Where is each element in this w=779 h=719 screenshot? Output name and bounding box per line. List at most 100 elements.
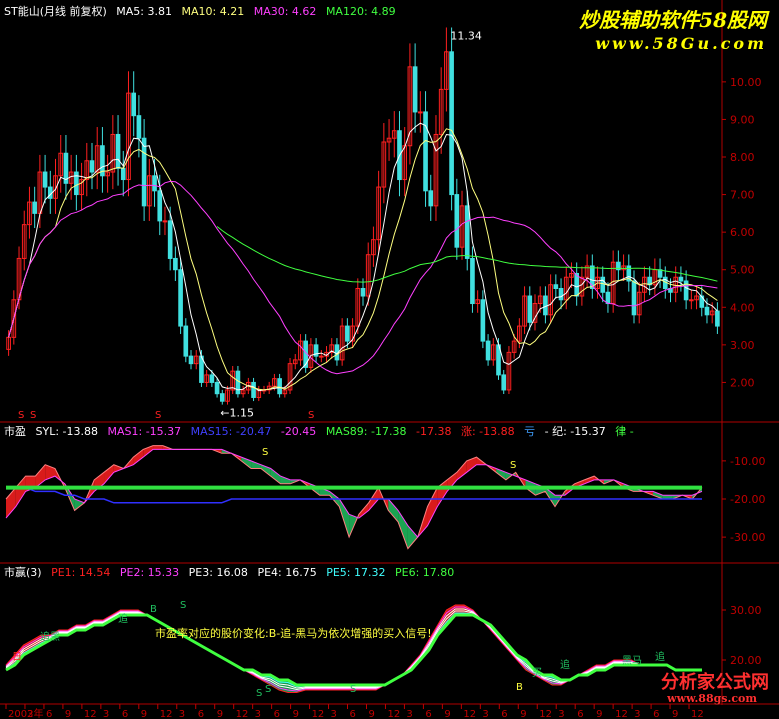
candle-body: [32, 201, 37, 214]
syl-band: [133, 449, 144, 465]
syl-title: 市盈: [4, 425, 26, 438]
candle-body: [89, 160, 95, 173]
low-marker: ←1.15: [220, 406, 254, 419]
x-tick-label: 6: [274, 709, 280, 719]
syl-band: [388, 499, 399, 522]
x-tick-label: 12: [160, 709, 173, 719]
y-tick-label: 3.00: [730, 339, 755, 352]
ma10-line: [8, 128, 718, 391]
pe-signal-label: B: [150, 604, 157, 615]
pe-signal-label: S: [350, 684, 356, 695]
y-tick-label: 20.00: [730, 654, 762, 667]
y-tick-label: 7.00: [730, 189, 755, 202]
pe6-readout: PE6: 17.80: [395, 566, 455, 579]
x-tick-label: 6: [425, 709, 431, 719]
candle-body: [715, 310, 720, 327]
pe-signal-label: 买: [532, 667, 542, 679]
x-tick-label: 3: [179, 709, 185, 719]
candle-body: [485, 340, 491, 361]
candle-body: [543, 295, 548, 316]
syl-band: [251, 460, 261, 469]
x-tick-label: 12: [387, 709, 400, 719]
candle-body: [480, 299, 486, 342]
x-tick-label: 12: [312, 709, 325, 719]
pe-signal-label: 追: [655, 650, 665, 663]
candle-body: [449, 51, 454, 196]
x-tick-label: 9: [65, 709, 71, 719]
syl-line-mas15: [6, 486, 702, 504]
syl-band: [427, 487, 438, 526]
x-tick-label: 6: [577, 709, 583, 719]
y-tick-label: 4.00: [730, 301, 755, 314]
pe-signal-label: S: [180, 600, 186, 611]
candle-body: [345, 325, 350, 342]
pe-line-6: [5, 613, 702, 687]
pe-header: 市赢(3) PE1: 14.54 PE2: 15.33 PE3: 16.08 P…: [4, 566, 460, 580]
candle-body: [600, 276, 606, 293]
ma120-readout: MA120: 4.89: [325, 5, 396, 18]
watermark-url: www.58Gu.com: [595, 34, 767, 53]
candle-body: [553, 284, 559, 290]
x-tick-label: 12: [236, 709, 249, 719]
mas15-readout: MAS15: -20.47: [190, 425, 272, 438]
y-tick-label: 2.00: [730, 376, 755, 389]
pe-signal-label: B: [516, 682, 523, 693]
candle-body: [219, 393, 225, 402]
x-tick-label: 3: [482, 709, 488, 719]
syl-band: [652, 491, 663, 499]
sell-marker: S: [308, 410, 314, 421]
syl-marker: S: [262, 447, 268, 458]
syl-band: [584, 476, 595, 484]
high-marker: 11.34: [450, 30, 482, 43]
candle-body: [115, 133, 121, 169]
mas45-readout: -20.45: [280, 425, 317, 438]
candle-body: [464, 205, 470, 259]
x-tick-label: 9: [444, 709, 450, 719]
syl-band: [113, 464, 124, 473]
candle-body: [214, 381, 220, 395]
main-header: ST能山(月线 前复权) MA5: 3.81 MA10: 4.21 MA30: …: [4, 5, 402, 19]
candle-body: [157, 190, 163, 222]
ji-readout: - 纪: -15.37: [544, 425, 606, 438]
x-tick-label: 3: [558, 709, 564, 719]
candle-body: [418, 111, 423, 114]
candle-body: [423, 111, 428, 192]
candle-body: [574, 272, 580, 297]
syl-line-syl: [5, 445, 703, 550]
syl-marker: S: [510, 460, 516, 471]
pe-line-5: [5, 612, 702, 688]
candle-body: [183, 325, 189, 357]
syl-band: [270, 468, 281, 484]
pe2-readout: PE2: 15.33: [119, 566, 180, 579]
syl-band: [407, 525, 418, 549]
candle-body: [527, 295, 533, 323]
candle-body: [136, 115, 142, 139]
x-tick-label: 9: [368, 709, 374, 719]
candle-body: [251, 381, 256, 398]
pe-line-4: [5, 610, 702, 689]
ma10-readout: MA10: 4.21: [181, 5, 245, 18]
x-tick-label: 6: [653, 709, 659, 719]
candle-body: [141, 137, 147, 207]
pe1-readout: PE1: 14.54: [51, 566, 111, 579]
x-tick-label: 6: [46, 709, 52, 719]
watermark-top: 炒股辅助软件58股网: [579, 8, 767, 32]
x-tick-label: 6: [198, 709, 204, 719]
watermark-bottom: 分析家公式网: [661, 672, 769, 693]
chart-canvas: 2.00 3.00 4.00 5.00 6.00 7.00 8.00 9.00 10.00 11.…: [0, 0, 779, 719]
candle-body: [167, 220, 173, 259]
syl-band: [398, 510, 408, 549]
syl-band: [15, 476, 26, 507]
candle-body: [42, 171, 48, 188]
pe-title: 市赢(3): [4, 566, 42, 579]
candle-body: [173, 257, 178, 271]
candle-body: [131, 92, 137, 117]
candle-body: [470, 257, 475, 305]
x-tick-label: 3: [255, 709, 261, 719]
yi-readout: 亏: [524, 425, 536, 438]
x-tick-label: 3: [634, 709, 640, 719]
y-tick-label: 30.00: [730, 604, 762, 617]
x-tick-label: 12: [463, 709, 476, 719]
x-tick-label: 9: [520, 709, 526, 719]
mas89-readout: MAS89: -17.38: [325, 425, 407, 438]
